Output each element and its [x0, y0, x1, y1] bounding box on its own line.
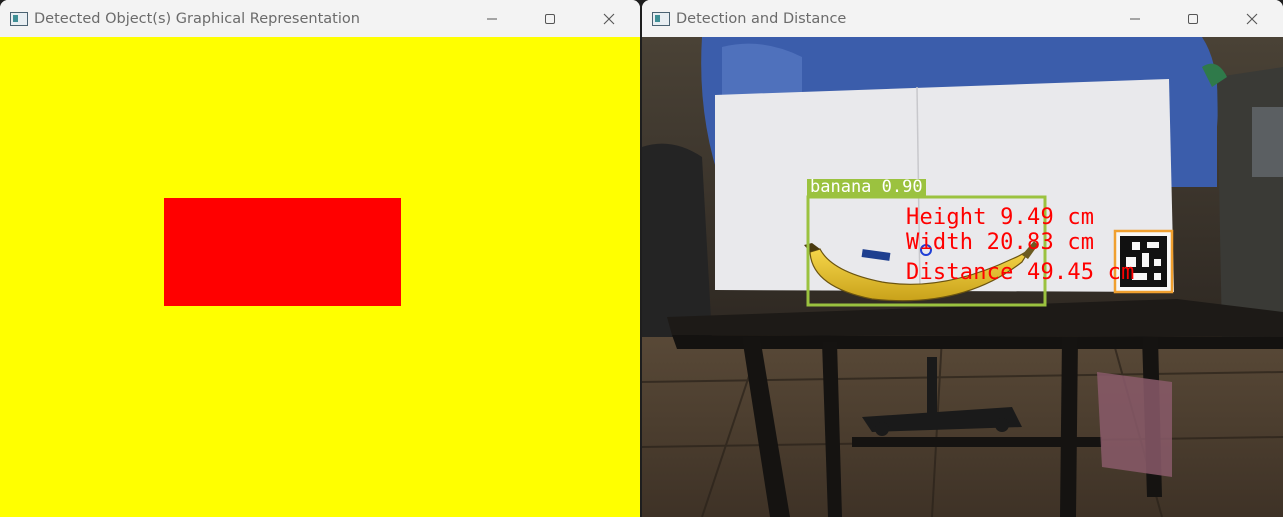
distance-measurement: Distance 49.45 cm: [906, 260, 1135, 285]
maximize-button[interactable]: [1164, 0, 1222, 37]
minimize-icon: [487, 18, 497, 19]
title-bar[interactable]: Detection and Distance: [642, 0, 1283, 37]
minimize-button[interactable]: [463, 0, 521, 37]
graphical-representation-window: Detected Object(s) Graphical Representat…: [0, 0, 640, 517]
chair-left: [642, 143, 712, 337]
window-title: Detection and Distance: [676, 10, 847, 27]
app-window-icon: [10, 11, 28, 26]
close-icon: [1246, 13, 1258, 24]
graphical-canvas: [0, 37, 640, 517]
camera-feed: banana 0.90 Height 9.49 cm Width 20.83 c…: [642, 37, 1283, 517]
close-icon: [603, 13, 615, 24]
close-button[interactable]: [1223, 0, 1281, 37]
detected-object-shape: [164, 198, 401, 306]
detection-label: banana 0.90: [807, 179, 926, 196]
maximize-icon: [545, 13, 555, 24]
title-bar[interactable]: Detected Object(s) Graphical Representat…: [0, 0, 640, 37]
height-measurement: Height 9.49 cm: [906, 205, 1095, 230]
detection-distance-window: Detection and Distance banana 0.90 Heigh…: [642, 0, 1283, 517]
app-window-icon: [652, 11, 670, 26]
window-title: Detected Object(s) Graphical Representat…: [34, 10, 360, 27]
close-button[interactable]: [580, 0, 638, 37]
maximize-button[interactable]: [521, 0, 579, 37]
minimize-icon: [1130, 18, 1140, 19]
width-measurement: Width 20.83 cm: [906, 230, 1095, 255]
maximize-icon: [1188, 13, 1198, 24]
minimize-button[interactable]: [1106, 0, 1164, 37]
